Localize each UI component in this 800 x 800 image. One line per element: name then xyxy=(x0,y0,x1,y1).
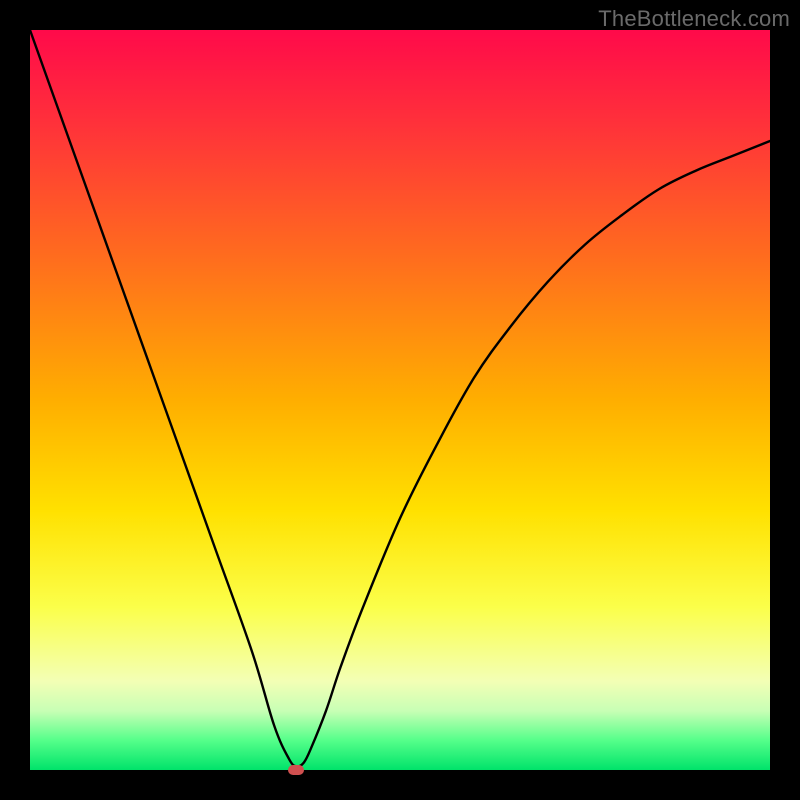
chart-frame: TheBottleneck.com xyxy=(0,0,800,800)
plot-area xyxy=(30,30,770,770)
curve-svg xyxy=(30,30,770,770)
bottleneck-curve xyxy=(30,30,770,766)
minimum-marker xyxy=(288,765,304,775)
watermark-text: TheBottleneck.com xyxy=(598,6,790,32)
